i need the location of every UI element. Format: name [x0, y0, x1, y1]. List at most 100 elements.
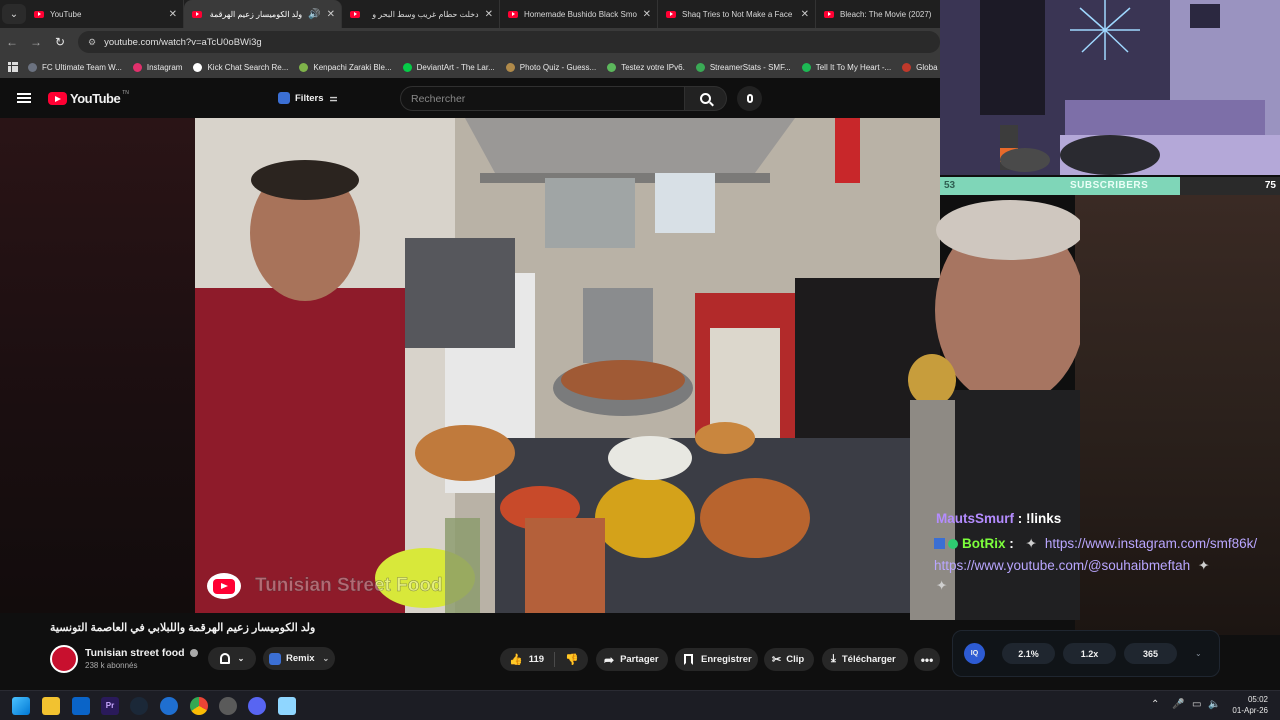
youtube-play-icon [48, 92, 67, 105]
close-tab-icon[interactable]: ✕ [643, 9, 651, 20]
bookmark-favicon-icon [505, 62, 515, 72]
download-button[interactable]: ⤓ Télécharger [822, 648, 908, 671]
address-bar: ← → ↻ ⚙ youtube.com/watch?v=aTcU0oBWi3g [0, 28, 940, 56]
browser-tab[interactable]: YouTube ✕ [26, 0, 184, 28]
discord-icon[interactable] [248, 697, 266, 715]
save-button[interactable]: Enregistrer [675, 648, 758, 671]
sparkle-icon: ✦ [1198, 558, 1210, 573]
system-clock[interactable]: 05:02 01-Apr-26 [1232, 694, 1268, 716]
channel-name[interactable]: Tunisian street food [85, 647, 198, 659]
browser-tab[interactable]: Homemade Bushido Black Smo ✕ [500, 0, 658, 28]
scissors-icon: ✂ [772, 654, 782, 666]
close-tab-icon[interactable]: ✕ [485, 9, 493, 20]
browser-tab[interactable]: دخلت حطام غريب وسط البحر و ✕ [342, 0, 500, 28]
sparkle-icon: ✦ [1025, 536, 1037, 551]
edge-icon[interactable] [160, 697, 178, 715]
bookmark-item[interactable]: Testez votre IPv6. [607, 62, 685, 72]
file-explorer-icon[interactable] [42, 697, 60, 715]
notification-bell-button[interactable]: ⌄ [208, 647, 256, 670]
channel-play-logo-icon [207, 573, 241, 599]
streamer-webcam [940, 0, 1280, 175]
sparkle-icon: ✦ [936, 578, 948, 593]
bot-badge-icon [934, 538, 945, 549]
verified-badge-icon [948, 539, 958, 549]
youtube-logo[interactable]: YouTube TN [48, 90, 129, 106]
tab-search-button[interactable]: ⌄ [2, 4, 26, 24]
outlook-icon[interactable] [72, 697, 90, 715]
windows-taskbar: Pr ⌃ 🎤 ▭ 🔈 05:02 01-Apr-26 [0, 690, 1280, 720]
notepad-icon[interactable] [278, 697, 296, 715]
more-actions-button[interactable]: ••• [914, 648, 940, 671]
microphone-tray-icon[interactable]: 🎤 [1172, 699, 1184, 710]
iq-stat: 365 [1124, 643, 1177, 664]
divider [554, 652, 556, 667]
bookmark-item[interactable]: StreamerStats - SMF... [695, 62, 791, 72]
download-icon: ⤓ [831, 653, 836, 665]
share-icon: ➦ [604, 652, 615, 667]
video-watermark: Tunisian Street Food [207, 573, 443, 599]
webcam-frame [940, 0, 1280, 175]
like-button[interactable]: 👍 119 [509, 653, 544, 666]
network-icon[interactable]: ▭ [1192, 699, 1201, 710]
obs-icon[interactable] [219, 697, 237, 715]
bookmark-favicon-icon [299, 62, 309, 72]
site-info-icon[interactable]: ⚙ [88, 37, 96, 48]
back-icon[interactable]: ← [0, 35, 24, 49]
browser-tab-active[interactable]: ولد الكوميسار زعيم الهرقمة و 🔊 ✕ [184, 0, 342, 28]
premiere-icon[interactable]: Pr [101, 697, 119, 715]
tray-chevron-icon[interactable]: ⌃ [1151, 699, 1159, 710]
video-title: ولد الكوميسار زعيم الهرقمة واللبلابي في … [50, 622, 316, 634]
bookmark-item[interactable]: Kick Chat Search Re... [193, 62, 288, 72]
volume-icon[interactable]: 🔈 [1208, 699, 1220, 710]
bookmark-item[interactable]: Globa [902, 62, 938, 72]
bookmark-favicon-icon [193, 62, 203, 72]
iq-logo[interactable]: IQ [964, 643, 985, 664]
windows-start-icon[interactable] [12, 697, 30, 715]
bookmark-item[interactable]: Tell It To My Heart -... [801, 62, 891, 72]
mic-icon [746, 94, 753, 103]
subscriber-goal-target: 75 [1264, 180, 1276, 191]
bookmark-favicon-icon [902, 62, 912, 72]
remix-extension-icon [269, 652, 281, 665]
close-tab-icon[interactable]: ✕ [801, 9, 809, 20]
bookmark-item[interactable]: Kenpachi Zaraki Ble... [299, 62, 392, 72]
search-icon [700, 93, 711, 104]
steam-icon[interactable] [130, 697, 148, 715]
iq-stat: 2.1% [1002, 643, 1055, 664]
url-field[interactable]: ⚙ youtube.com/watch?v=aTcU0oBWi3g [78, 31, 940, 53]
menu-icon[interactable] [17, 93, 31, 103]
dislike-button[interactable]: 👎 [565, 653, 579, 666]
apps-grid-icon[interactable] [8, 62, 18, 72]
bookmark-item[interactable]: DeviantArt - The Lar... [402, 62, 495, 72]
bookmark-item[interactable]: Photo Quiz - Guess... [505, 62, 596, 72]
bookmark-item[interactable]: FC Ultimate Team W... [28, 62, 122, 72]
remix-button[interactable]: Remix ⌄ [263, 647, 335, 670]
chevron-down-icon: ⌄ [322, 654, 330, 663]
video-player[interactable]: Tunisian Street Food [195, 118, 940, 613]
search-button[interactable] [685, 86, 727, 111]
close-tab-icon[interactable]: ✕ [327, 9, 335, 20]
close-tab-icon[interactable]: ✕ [169, 9, 177, 20]
iq-stat: 1.2x [1063, 643, 1116, 664]
chrome-icon[interactable] [190, 697, 208, 715]
chevron-down-icon[interactable]: ⌄ [1195, 649, 1202, 658]
share-button[interactable]: ➦ Partager [596, 648, 668, 671]
channel-avatar[interactable] [50, 645, 78, 673]
bookmark-item[interactable]: Instagram [132, 62, 182, 72]
reload-icon[interactable]: ↻ [48, 35, 72, 49]
search-input[interactable]: Rechercher [400, 86, 685, 111]
bookmark-favicon-icon [607, 62, 617, 72]
youtube-header: YouTube TN Filters ⚌ Rechercher [0, 78, 940, 118]
filters-button[interactable]: Filters ⚌ [278, 88, 338, 108]
bookmark-favicon-icon [132, 62, 142, 72]
chevron-down-icon: ⌄ [237, 654, 245, 663]
browser-tab[interactable]: Bleach: The Movie (2027) | B [816, 0, 940, 28]
voice-search-button[interactable] [737, 86, 762, 111]
clip-button[interactable]: ✂ Clip [764, 648, 814, 671]
sliders-icon: ⚌ [329, 92, 338, 103]
browser-tab[interactable]: Shaq Tries to Not Make a Face ✕ [658, 0, 816, 28]
bookmark-icon [684, 654, 693, 665]
forward-icon[interactable]: → [24, 35, 48, 49]
bookmark-favicon-icon [801, 62, 811, 72]
youtube-favicon-icon [192, 10, 202, 18]
